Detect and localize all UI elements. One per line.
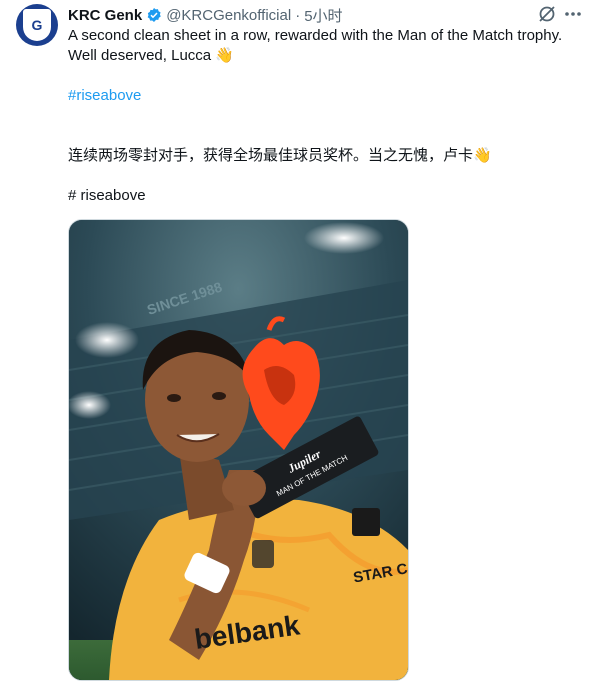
author-name[interactable]: KRC Genk <box>68 7 142 24</box>
author-handle[interactable]: @KRCGenkofficial <box>166 7 291 24</box>
avatar-letter: G <box>31 17 43 33</box>
verified-badge-icon <box>147 8 161 22</box>
tweet-text-chinese: 连续两场零封对手，获得全场最佳球员奖杯。当之无愧，卢卡👋 <box>68 147 492 164</box>
tweet-text-line: A second clean sheet in a row, rewarded … <box>68 27 563 44</box>
hashtag-text-chinese: # riseabove <box>68 187 146 204</box>
tweet-photo[interactable]: SINCE 1988 Jupiler MAN OF THE MATCH STAR… <box>68 219 409 681</box>
more-icon[interactable] <box>563 4 583 24</box>
hashtag-link[interactable]: #riseabove <box>68 86 583 106</box>
tweet-text-line: Well deserved, Lucca 👋 <box>68 47 234 64</box>
grok-icon[interactable] <box>537 4 557 24</box>
tweet[interactable]: G KRC Genk @KRCGenkofficial · 5小时 A seco… <box>0 0 593 681</box>
tweet-header: KRC Genk @KRCGenkofficial · 5小时 <box>68 4 583 26</box>
player-photo: SINCE 1988 Jupiler MAN OF THE MATCH STAR… <box>69 220 408 680</box>
avatar[interactable]: G <box>16 4 58 46</box>
timestamp[interactable]: 5小时 <box>304 5 342 26</box>
separator-dot: · <box>295 6 301 24</box>
club-crest-icon: G <box>23 9 51 41</box>
